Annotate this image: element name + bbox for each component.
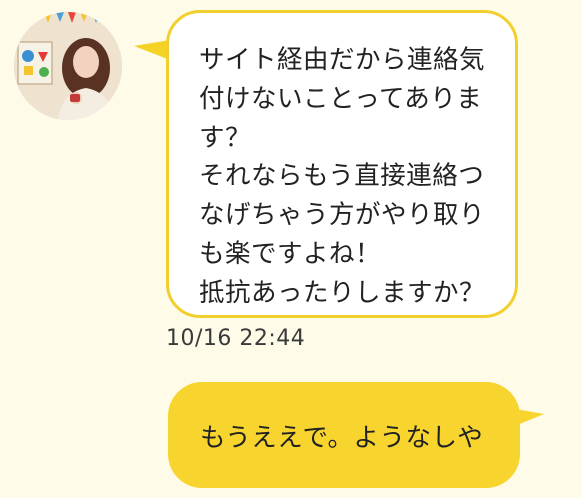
message-line: 付けないことってありま (199, 83, 483, 114)
message-line: なげちゃう方がやり取り (199, 200, 486, 231)
incoming-message-bubble[interactable]: サイト経由だから連絡気 付けないことってありま す？ それならもう直接連絡つ な… (166, 10, 518, 318)
chat-thread: サイト経由だから連絡気 付けないことってありま す？ それならもう直接連絡つ な… (0, 0, 582, 498)
message-line: 抵抗あったりしますか？ (199, 277, 486, 308)
message-line: も楽ですよね！ (199, 238, 382, 269)
incoming-message-text: サイト経由だから連絡気 付けないことってありま す？ それならもう直接連絡つ な… (199, 41, 489, 313)
avatar-photo-icon (14, 12, 122, 120)
contact-avatar[interactable] (14, 12, 122, 120)
outgoing-message-text: もうええで。ようなしや (200, 422, 484, 453)
message-line: それならもう直接連絡つ (199, 161, 485, 192)
incoming-bubble-tail (134, 40, 170, 60)
message-line: す？ (199, 122, 252, 153)
outgoing-message-bubble[interactable]: もうええで。ようなしや (168, 382, 520, 488)
message-line: サイト経由だから連絡気 (199, 45, 486, 75)
message-timestamp: 10/16 22:44 (166, 326, 306, 351)
